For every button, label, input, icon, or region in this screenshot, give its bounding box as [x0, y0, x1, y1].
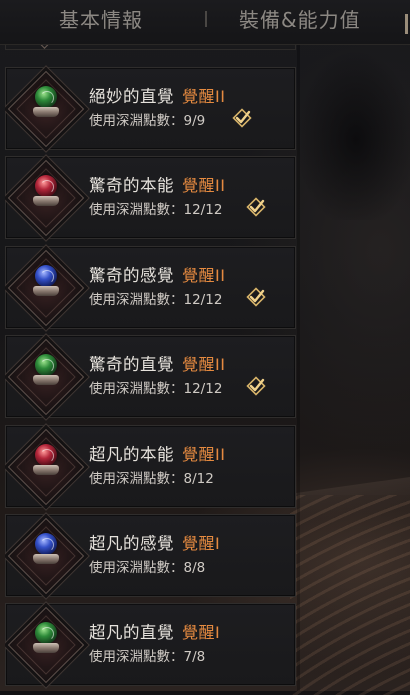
skill-name-text: 驚奇的直覺: [89, 355, 174, 374]
abyss-points-used: 使用深淵點數：8/8: [89, 560, 206, 576]
abyss-points-used: 使用深淵點數：8/12: [89, 471, 214, 487]
skill-card[interactable]: 超凡的直覺 覺醒I 使用深淵點數：7/8: [5, 603, 296, 686]
green-orb-icon: [32, 354, 60, 388]
skill-name: 超凡的本能 覺醒II: [89, 441, 225, 465]
background-ornate-floor: [290, 495, 410, 695]
tab-divider: [205, 11, 207, 27]
abyss-points-used: 使用深淵點數：9/9: [89, 113, 206, 129]
skill-card[interactable]: 驚奇的本能 覺醒II 使用深淵點數：12/12: [5, 156, 296, 239]
green-orb-icon: [32, 86, 60, 120]
tab-basic-info[interactable]: 基本情報: [59, 6, 143, 34]
skill-name-text: 絕妙的直覺: [89, 87, 174, 106]
awakening-level: 覺醒II: [182, 445, 226, 464]
tab-bar: 基本情報 裝備&能力值: [0, 0, 410, 45]
skill-card[interactable]: 驚奇的感覺 覺醒II 使用深淵點數：12/12: [5, 246, 296, 329]
abyss-points-used: 使用深淵點數：7/8: [89, 649, 206, 665]
check-complete-icon: [246, 376, 266, 396]
tab-gear-ability[interactable]: 裝備&能力值: [239, 6, 361, 34]
abyss-points-used: 使用深淵點數：12/12: [89, 202, 223, 218]
skill-name-text: 驚奇的本能: [89, 176, 174, 195]
check-complete-icon: [246, 287, 266, 307]
skill-name: 驚奇的直覺 覺醒II: [89, 351, 225, 375]
check-complete-icon: [232, 108, 252, 128]
awakening-level: 覺醒II: [182, 355, 226, 374]
red-orb-icon: [32, 444, 60, 478]
abyss-points-used: 使用深淵點數：12/12: [89, 292, 223, 308]
skill-name: 絕妙的直覺 覺醒II: [89, 83, 225, 107]
skill-name: 超凡的感覺 覺醒I: [89, 530, 220, 554]
skill-name-text: 超凡的直覺: [89, 623, 174, 642]
blue-orb-icon: [32, 533, 60, 567]
background-arch: [296, 40, 410, 220]
abyss-skill-list[interactable]: 絕妙的直覺 覺醒II 使用深淵點數：9/9 驚奇的本能 覺醒II 使用深淵點數：12…: [5, 44, 296, 691]
awakening-level: 覺醒II: [182, 266, 226, 285]
skill-name-text: 超凡的本能: [89, 445, 174, 464]
skill-name: 驚奇的感覺 覺醒II: [89, 262, 225, 286]
skill-name: 驚奇的本能 覺醒II: [89, 172, 225, 196]
list-scrollbar[interactable]: [297, 44, 300, 691]
skill-card[interactable]: 超凡的感覺 覺醒I 使用深淵點數：8/8: [5, 514, 296, 597]
skill-name: 超凡的直覺 覺醒I: [89, 619, 220, 643]
tab-overflow-indicator: [405, 14, 408, 34]
awakening-level: 覺醒I: [182, 534, 221, 553]
skill-card[interactable]: 絕妙的直覺 覺醒II 使用深淵點數：9/9: [5, 67, 296, 150]
skill-name-text: 驚奇的感覺: [89, 266, 174, 285]
skill-card[interactable]: 超凡的本能 覺醒II 使用深淵點數：8/12: [5, 425, 296, 508]
check-complete-icon: [246, 197, 266, 217]
red-orb-icon: [32, 175, 60, 209]
blue-orb-icon: [32, 265, 60, 299]
awakening-level: 覺醒I: [182, 623, 221, 642]
awakening-level: 覺醒II: [182, 87, 226, 106]
skill-card[interactable]: 驚奇的直覺 覺醒II 使用深淵點數：12/12: [5, 335, 296, 418]
skill-name-text: 超凡的感覺: [89, 534, 174, 553]
awakening-level: 覺醒II: [182, 176, 226, 195]
abyss-points-used: 使用深淵點數：12/12: [89, 381, 223, 397]
green-orb-icon: [32, 622, 60, 656]
